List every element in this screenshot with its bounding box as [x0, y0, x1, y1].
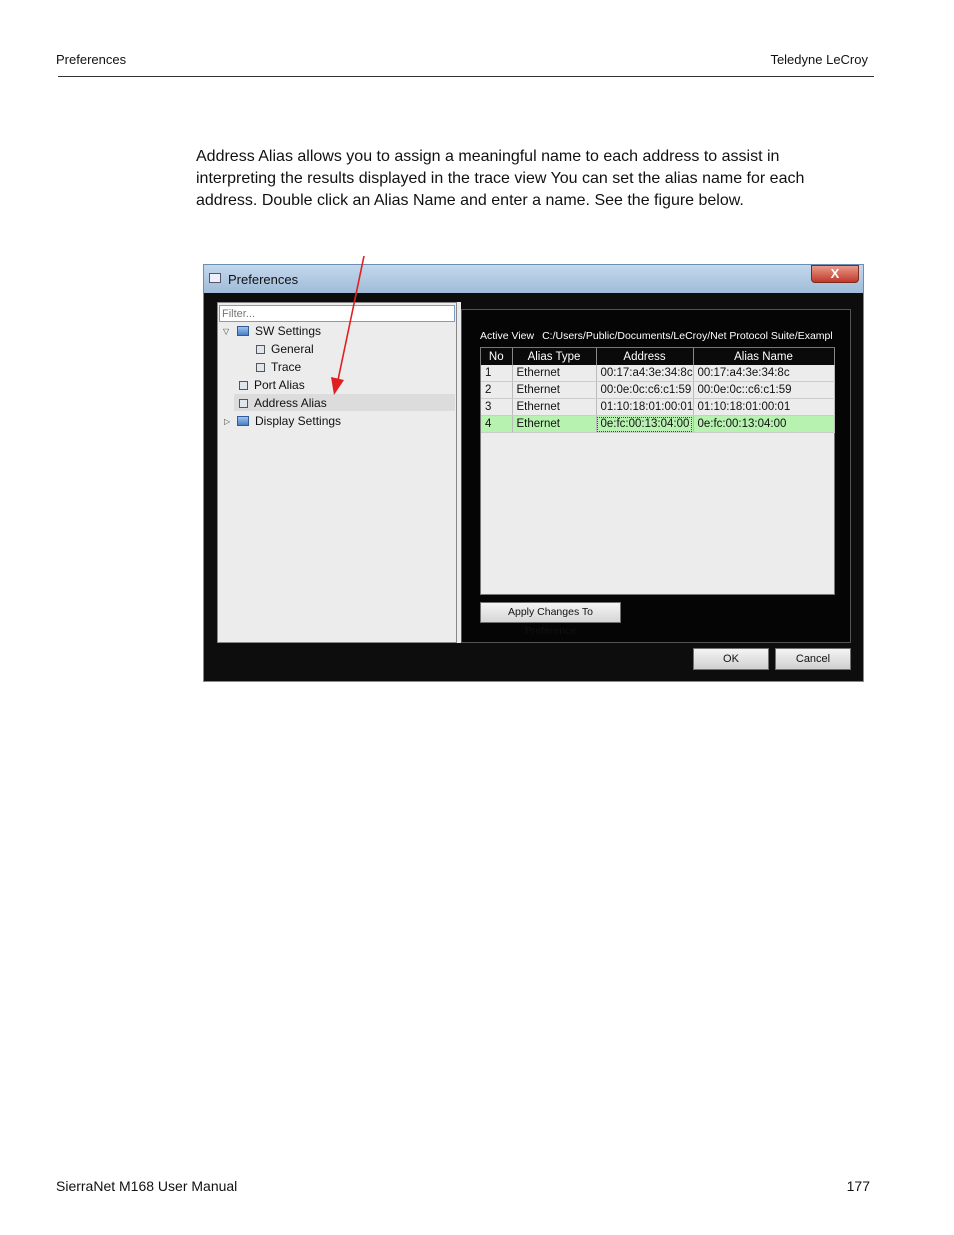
callout-arrow [331, 255, 365, 395]
footer-manual-title: SierraNet M168 User Manual [56, 1178, 238, 1194]
footer-page-number: 177 [846, 1178, 870, 1194]
callout-arrow-head [331, 377, 344, 395]
callout-arrow-line [337, 255, 365, 381]
